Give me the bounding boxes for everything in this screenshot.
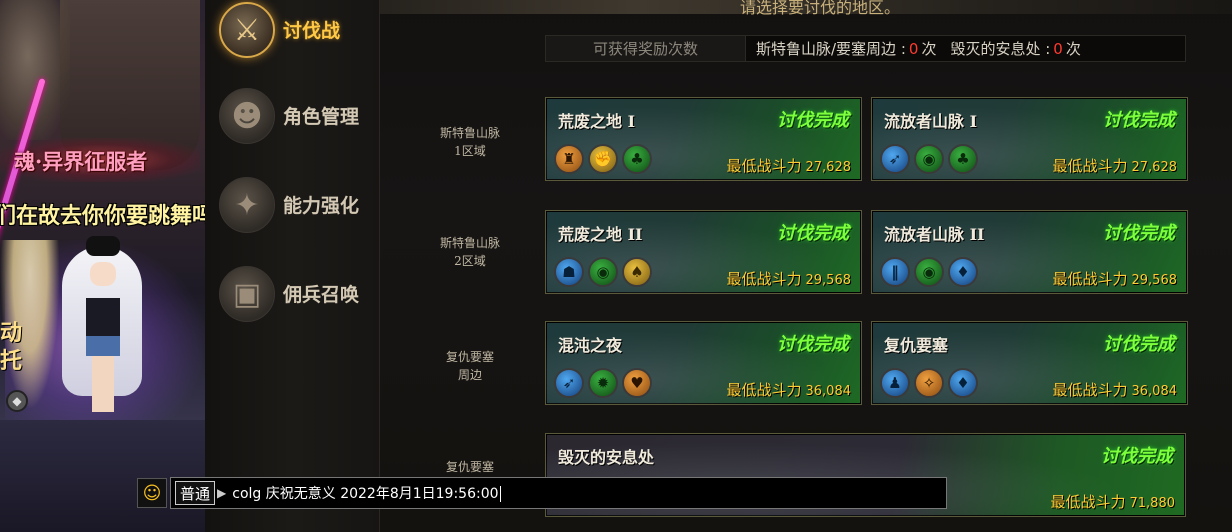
heart-icon: ♥ — [622, 368, 652, 398]
region-label: 复仇要塞 周边 — [445, 350, 494, 382]
dungeon-card[interactable]: 复仇要塞 讨伐完成 ♟ ✧ ♦ 最低战斗力 36,084 — [871, 321, 1188, 405]
club-icon: ♣ — [622, 144, 652, 174]
completion-status: 讨伐完成 — [1101, 446, 1173, 467]
area1-count: 0 — [908, 39, 919, 58]
star-emblem-icon: ✦ — [219, 177, 275, 233]
min-power: 最低战斗力 29,568 — [1052, 270, 1177, 288]
min-power: 最低战斗力 29,568 — [726, 270, 851, 288]
min-power: 最低战斗力 27,628 — [726, 157, 851, 175]
eye-icon: ◉ — [588, 257, 618, 287]
dungeon-card[interactable]: 流放者山脉 I 讨伐完成 ➶ ◉ ♣ 最低战斗力 27,628 — [871, 97, 1188, 181]
completion-status: 讨伐完成 — [1103, 110, 1175, 131]
menu-item-enhance[interactable]: ✦ 能力强化 — [219, 173, 379, 233]
menu-item-label: 佣兵召唤 — [283, 284, 360, 306]
dungeon-card[interactable]: 混沌之夜 讨伐完成 ➶ ✹ ♥ 最低战斗力 36,084 — [545, 321, 862, 405]
min-power: 最低战斗力 27,628 — [1052, 157, 1177, 175]
side-text: 动 托 — [0, 321, 23, 374]
eye-icon: ◉ — [914, 257, 944, 287]
diamond-icon: ♦ — [948, 257, 978, 287]
boss-icons: ♜ ✊ ♣ — [554, 144, 652, 174]
eye-icon: ◉ — [914, 144, 944, 174]
scene-floor — [0, 420, 205, 532]
torch-icon: ✧ — [914, 368, 944, 398]
rocket-icon: ➶ — [880, 144, 910, 174]
pillars-icon: ‖ — [880, 257, 910, 287]
player-title: 魂·异界征服者 — [14, 149, 148, 174]
completion-status: 讨伐完成 — [1103, 334, 1175, 355]
raid-panel: 请选择要讨伐的地区。 可获得奖励次数 斯特鲁山脉/要塞周边 : 0 次 毁灭的安… — [380, 0, 1232, 532]
dungeon-card[interactable]: 荒废之地 II 讨伐完成 ☗ ◉ ♠ 最低战斗力 29,568 — [545, 210, 862, 294]
region-label: 斯特鲁山脉 1区域 — [439, 126, 500, 158]
min-power: 最低战斗力 36,084 — [726, 381, 851, 399]
emoticon-button[interactable]: ☺ — [137, 478, 167, 508]
dungeon-name: 混沌之夜 — [558, 336, 623, 355]
dungeon-name: 荒废之地 II — [558, 225, 643, 244]
triangle-right-icon[interactable]: ▶ — [217, 486, 226, 500]
rocket-icon: ➶ — [554, 368, 584, 398]
armor-icon: ♜ — [554, 144, 584, 174]
boss-icons: ‖ ◉ ♦ — [880, 257, 978, 287]
menu-item-label: 角色管理 — [283, 106, 360, 128]
star-burst-icon: ✹ — [588, 368, 618, 398]
chat-channel-selector[interactable]: 普通 — [175, 481, 216, 505]
dungeon-name: 毁灭的安息处 — [558, 448, 655, 467]
crossed-swords-icon: ⚔ — [219, 2, 275, 58]
fist-icon: ✊ — [588, 144, 618, 174]
person-icon: ♟ — [880, 368, 910, 398]
character-bust-icon: ☻ — [219, 88, 275, 144]
spade-icon: ♠ — [622, 257, 652, 287]
min-power: 最低战斗力 71,880 — [1050, 493, 1175, 511]
boss-icons: ♟ ✧ ♦ — [880, 368, 978, 398]
menu-item-label: 能力强化 — [283, 195, 360, 217]
dungeon-card[interactable]: 荒废之地 I 讨伐完成 ♜ ✊ ♣ 最低战斗力 27,628 — [545, 97, 862, 181]
diamond-icon: ♦ — [948, 368, 978, 398]
instruction-text: 请选择要讨伐的地区。 — [740, 0, 901, 17]
helmet-icon: ☗ — [554, 257, 584, 287]
dungeon-name: 复仇要塞 — [884, 336, 949, 355]
menu-item-mercenary[interactable]: ▣ 佣兵召唤 — [219, 262, 379, 322]
menu-item-character[interactable]: ☻ 角色管理 — [219, 84, 379, 144]
region-label: 斯特鲁山脉 2区域 — [439, 236, 500, 268]
character-sprite-2 — [62, 236, 142, 426]
completion-status: 讨伐完成 — [1103, 223, 1175, 244]
area2-count: 0 — [1053, 39, 1063, 58]
boss-icons: ➶ ◉ ♣ — [880, 144, 978, 174]
speech-bubble: 们在故去你你要跳舞吗 — [0, 204, 205, 229]
reward-count-info: 斯特鲁山脉/要塞周边 : 0 次 毁灭的安息处 : 0 次 — [756, 39, 1081, 59]
boss-icons: ☗ ◉ ♠ — [554, 257, 652, 287]
dungeon-name: 流放者山脉 II — [884, 225, 985, 244]
diamond-marker-icon[interactable]: ◆ — [6, 390, 28, 412]
chat-input[interactable]: 普通 ▶ colg 庆祝无意义 2022年8月1日19:56:00 — [170, 477, 947, 509]
completion-status: 讨伐完成 — [777, 334, 849, 355]
min-power: 最低战斗力 36,084 — [1052, 381, 1177, 399]
completion-status: 讨伐完成 — [777, 110, 849, 131]
chat-message-text: colg 庆祝无意义 2022年8月1日19:56:00 — [232, 486, 501, 502]
boss-icons: ➶ ✹ ♥ — [554, 368, 652, 398]
menu-item-label: 讨伐战 — [283, 20, 341, 42]
club-icon: ♣ — [948, 144, 978, 174]
game-scene: 魂·异界征服者 们在故去你你要跳舞吗 动 托 ◆ — [0, 0, 205, 532]
completion-status: 讨伐完成 — [777, 223, 849, 244]
dungeon-name: 流放者山脉 I — [884, 112, 978, 131]
reward-count-bar: 可获得奖励次数 斯特鲁山脉/要塞周边 : 0 次 毁灭的安息处 : 0 次 — [545, 35, 1186, 62]
dungeon-card[interactable]: 流放者山脉 II 讨伐完成 ‖ ◉ ♦ 最低战斗力 29,568 — [871, 210, 1188, 294]
dungeon-name: 荒废之地 I — [558, 112, 636, 131]
treasure-chest-icon: ▣ — [219, 266, 275, 322]
side-menu: ⚔ 讨伐战 ☻ 角色管理 ✦ 能力强化 ▣ 佣兵召唤 — [205, 0, 380, 532]
text-caret — [499, 486, 501, 502]
menu-item-raid[interactable]: ⚔ 讨伐战 — [219, 0, 379, 58]
reward-count-label: 可获得奖励次数 — [546, 36, 746, 61]
region-label: 复仇要塞 — [445, 460, 494, 474]
